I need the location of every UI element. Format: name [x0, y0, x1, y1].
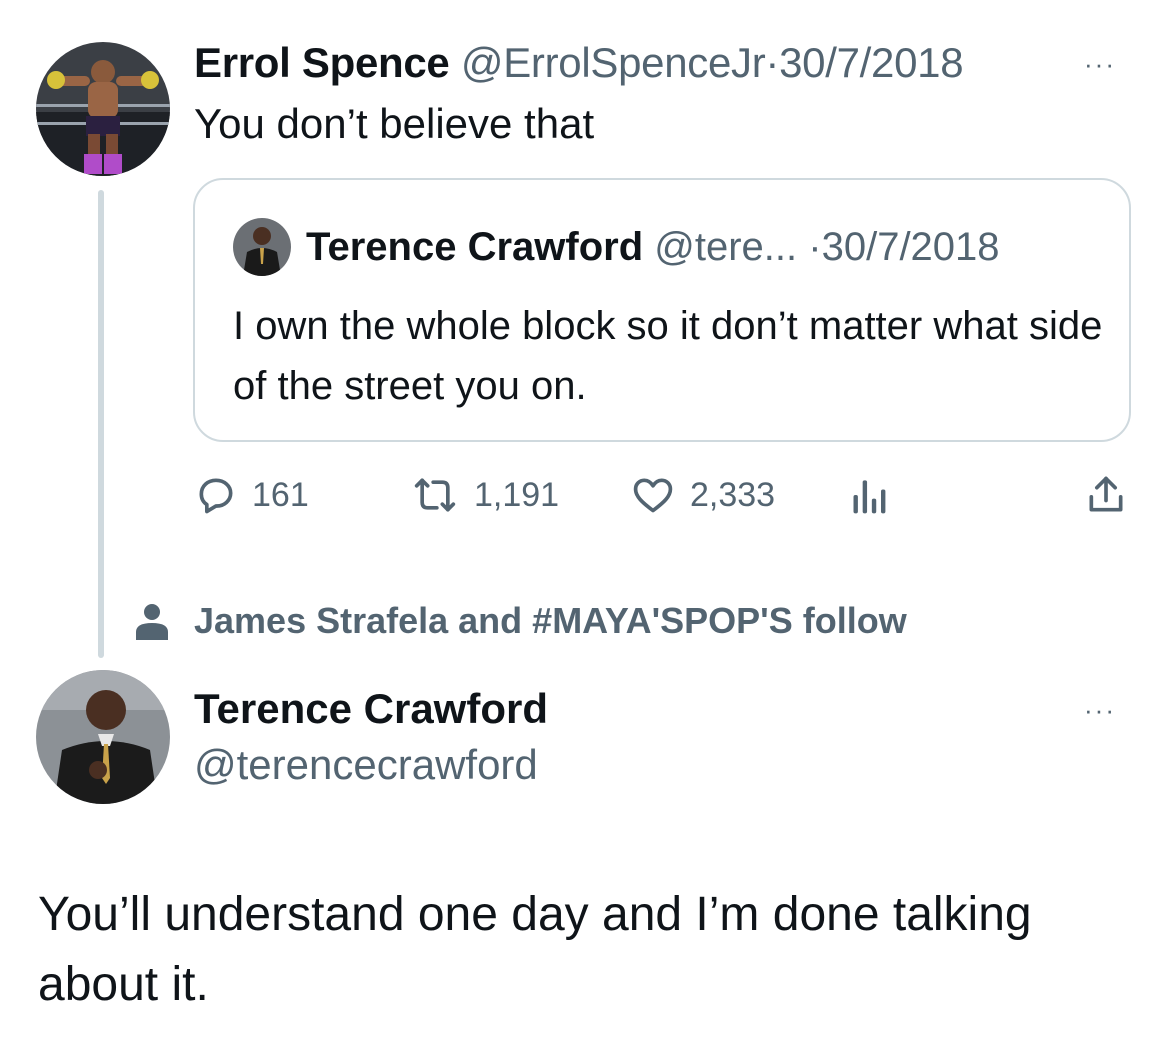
share-icon: [1089, 476, 1123, 512]
quoted-tweet-date[interactable]: 30/7/2018: [822, 225, 1000, 269]
follow-context[interactable]: James Strafela and #MAYA'SPOP'S follow: [136, 598, 907, 644]
reply-author-name[interactable]: Terence Crawford: [194, 684, 548, 734]
repost-icon: [414, 478, 456, 512]
quoted-author-name[interactable]: Terence Crawford: [306, 225, 643, 269]
tweet-text: You don’t believe that: [194, 100, 595, 147]
thread-connector-line: [98, 190, 104, 658]
reply-count: 161: [252, 475, 309, 514]
author-handle[interactable]: @ErrolSpenceJr: [461, 39, 766, 86]
analytics-button[interactable]: [850, 472, 890, 518]
repost-count: 1,191: [474, 475, 560, 514]
more-icon[interactable]: ···: [1084, 697, 1116, 723]
reply-tweet-text: You’ll understand one day and I’m done t…: [38, 888, 1032, 1011]
tweet-date[interactable]: 30/7/2018: [779, 39, 963, 86]
analytics-icon: [853, 480, 886, 514]
tweet-header: Errol Spence @ErrolSpenceJr·30/7/2018: [194, 38, 964, 88]
avatar-errol-spence[interactable]: [36, 42, 170, 176]
like-count: 2,333: [690, 475, 776, 514]
reply-author-handle[interactable]: @terencecrawford: [194, 740, 538, 790]
separator-dot: ·: [808, 225, 822, 269]
share-button[interactable]: [1084, 472, 1128, 518]
repost-button[interactable]: 1,191: [410, 472, 559, 518]
quoted-author-handle[interactable]: @tere...: [654, 225, 797, 269]
avatar-terence-crawford[interactable]: [36, 670, 170, 804]
like-icon: [633, 478, 673, 513]
quoted-tweet-text: I own the whole block so it don’t matter…: [233, 304, 1103, 408]
more-icon[interactable]: ···: [1084, 51, 1116, 77]
reply-icon: [199, 478, 233, 514]
avatar-terence-crawford-small: [233, 218, 291, 276]
person-icon: [136, 604, 168, 640]
separator-dot: ·: [765, 39, 780, 86]
author-name[interactable]: Errol Spence: [194, 39, 450, 86]
like-button[interactable]: 2,333: [630, 472, 775, 518]
quoted-tweet-header: Terence Crawford @tere... ·30/7/2018: [306, 222, 1000, 272]
follow-context-text: James Strafela and #MAYA'SPOP'S follow: [194, 600, 907, 641]
reply-button[interactable]: 161: [194, 472, 309, 518]
